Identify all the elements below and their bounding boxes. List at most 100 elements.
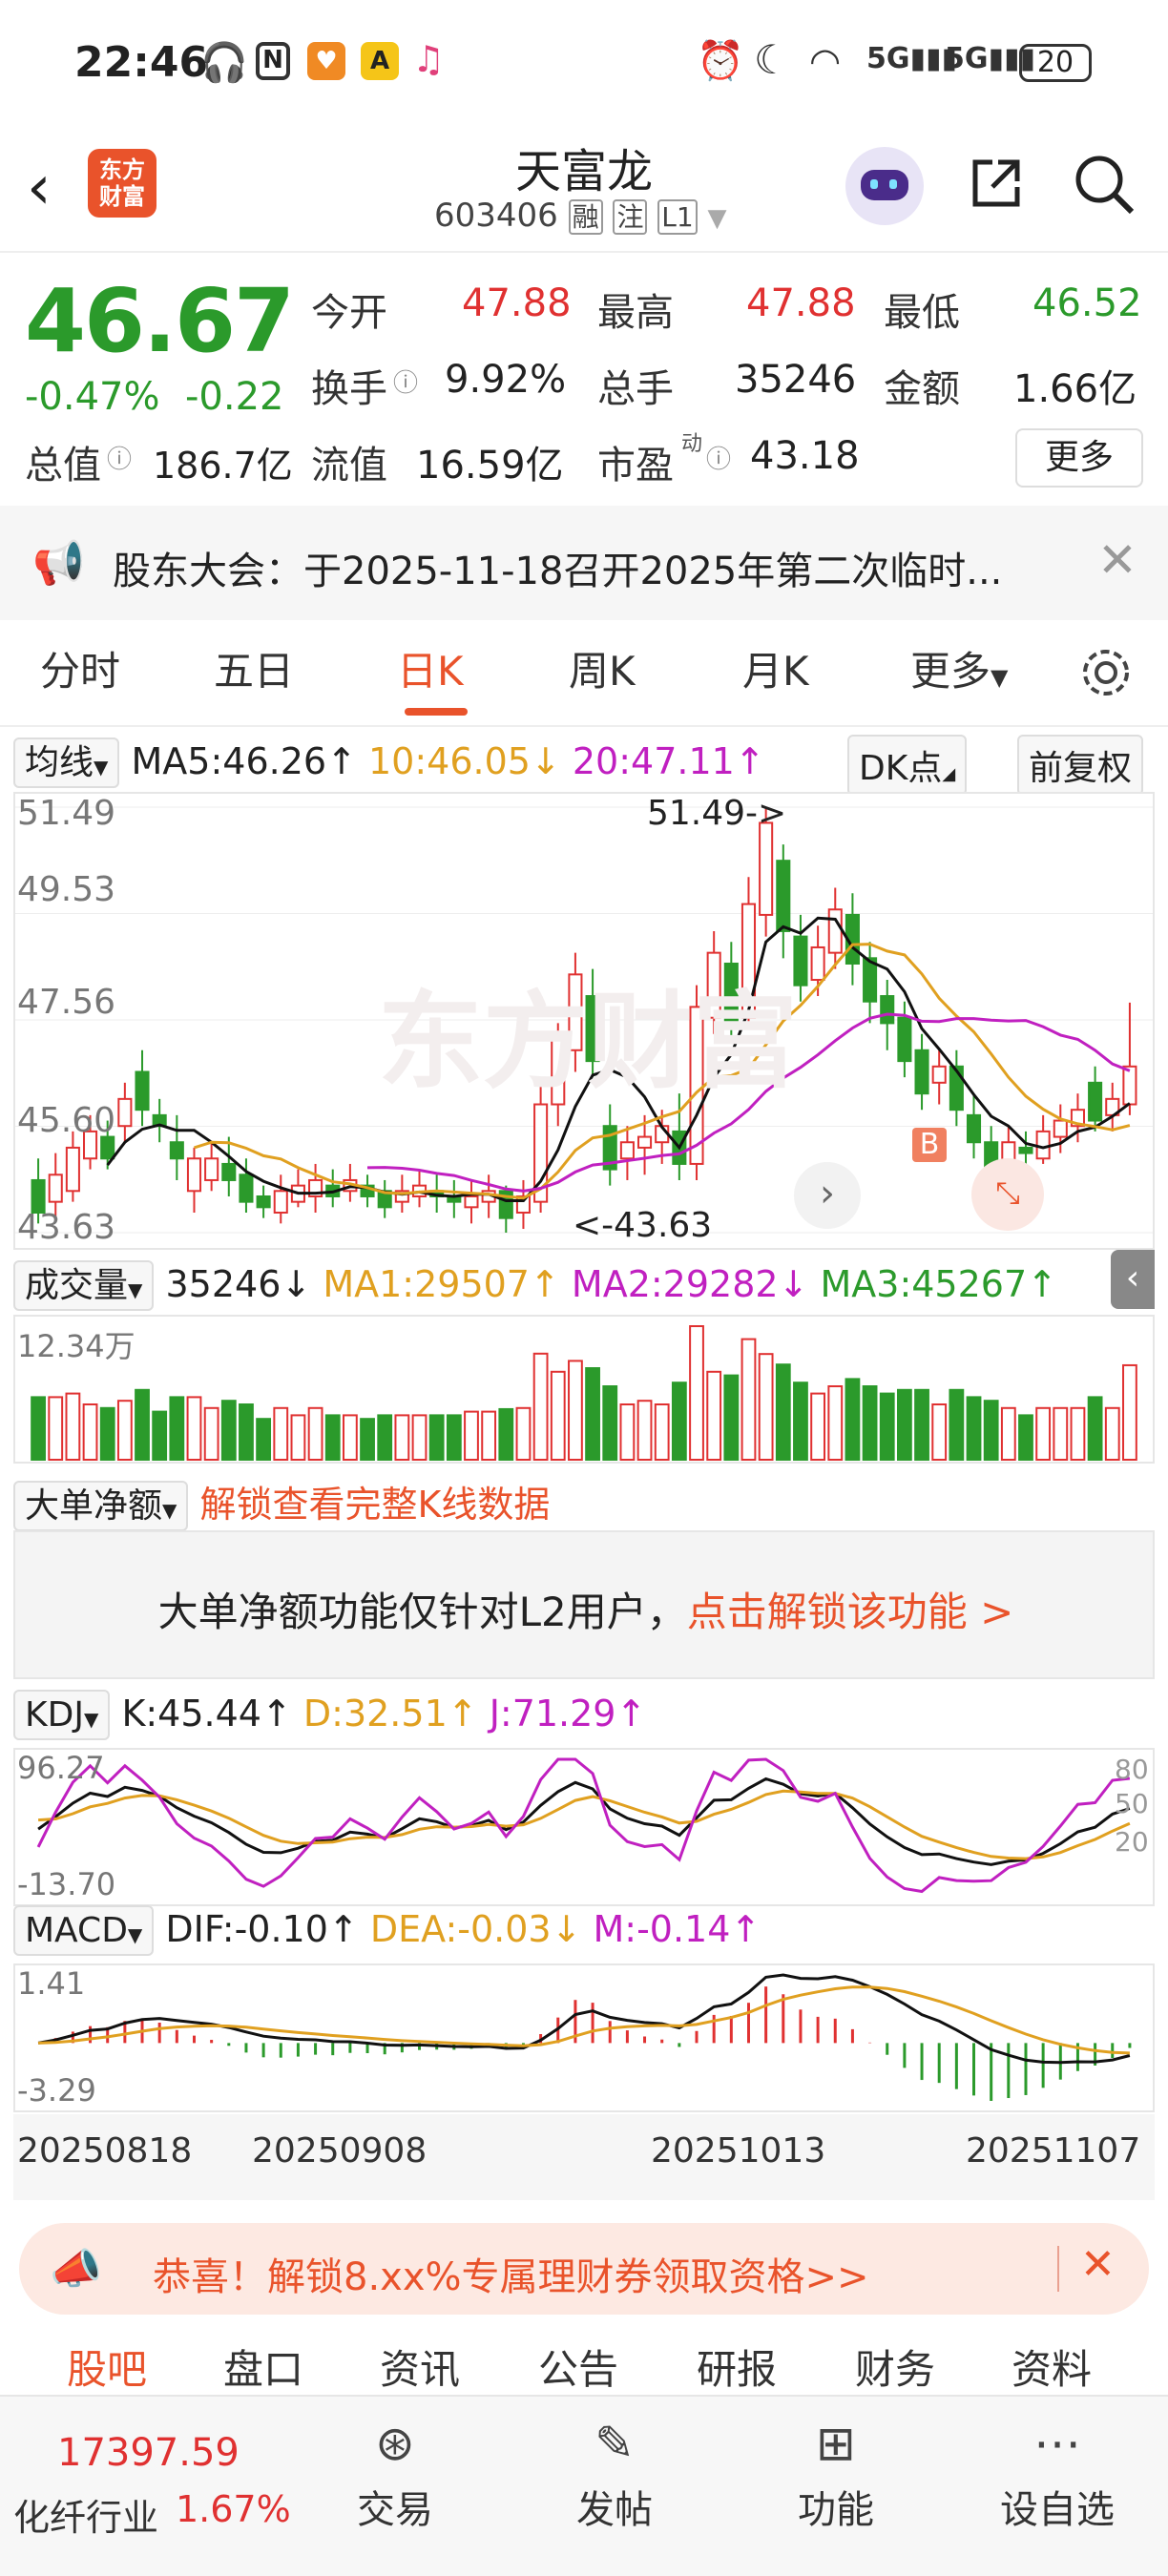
volume-bar [568,1360,583,1461]
gear-icon[interactable] [1076,643,1136,702]
macd-selector[interactable]: MACD▼ [13,1905,155,1956]
nav-function-label: 功能 [798,2488,874,2532]
volume-bar [671,1381,687,1461]
subtab-orderbook[interactable]: 盘口 [223,2337,303,2395]
search-icon[interactable] [1073,153,1136,216]
tag-level: L1 [657,199,698,235]
collapse-arrow-icon[interactable]: ‹ [1111,1250,1155,1309]
nav-post[interactable]: ✎ 发帖 [548,2416,681,2534]
macd-svg [37,1973,1132,2101]
subtab-announcement[interactable]: 公告 [538,2337,618,2395]
close-icon[interactable]: ✕ [1080,2240,1116,2289]
candle-body [256,1195,271,1209]
candle-body [48,1174,63,1203]
volume-bar [1104,1406,1120,1462]
mktcap-label: 总值 [25,444,101,488]
candle-body [880,995,895,1025]
y-label-bottom: 43.63 [17,1208,116,1247]
nav-trade-label: 交易 [357,2488,433,2532]
app-notify-icon-2: A [361,42,399,80]
subtab-finance[interactable]: 财务 [855,2337,935,2395]
industry-name[interactable]: 化纤行业 [13,2488,158,2541]
volume-chart[interactable]: 12.34万 [13,1315,1155,1464]
tab-intraday[interactable]: 分时 [40,639,120,697]
macd-selector-label: MACD [25,1911,128,1950]
volume-bar [810,1392,826,1461]
volume-indicator-row: 成交量▼ 35246↓ MA1:29507↑ MA2:29282↓ MA3:45… [13,1257,1057,1311]
tab-weekly-k[interactable]: 周K [569,639,636,697]
bigorder-message: 大单净额功能仅针对L2用户， [157,1589,687,1635]
expand-icon[interactable]: ⤡ [971,1158,1044,1231]
info-icon[interactable]: ⓘ [706,440,731,475]
dropdown-icon[interactable]: ▼ [708,204,727,233]
kdj-selector[interactable]: KDJ▼ [13,1690,111,1740]
subtab-profile[interactable]: 资料 [1012,2337,1092,2395]
volume-value: 35246 [735,358,857,402]
assistant-avatar[interactable] [845,147,924,225]
info-icon[interactable]: ⓘ [393,364,418,399]
dk-point-button[interactable]: DK点◢ [847,735,968,796]
volume-bar [983,1400,999,1461]
candle-body [1088,1081,1103,1122]
volume-bar [135,1388,150,1461]
date-axis: 20250818 20250908 20251013 20251107 [13,2114,1155,2200]
volume-bar [654,1403,670,1461]
volume-bar [273,1406,289,1462]
candle-body [931,1065,947,1084]
buy-marker[interactable]: B [912,1128,947,1162]
share-icon[interactable] [968,155,1025,212]
macd-m: M:-0.14↑ [593,1908,761,1950]
macd-dif: DIF:-0.10↑ [165,1908,359,1950]
unlock-feature-link[interactable]: 点击解锁该功能 > [687,1589,1014,1635]
date-label: 20250908 [252,2131,428,2171]
macd-indicator-row: MACD▼ DIF:-0.10↑ DEA:-0.03↓ M:-0.14↑ [13,1905,761,1956]
volume-bar [1122,1363,1137,1461]
promo-banner[interactable]: 📣 恭喜！解锁8.xx%专属理财券领取资格>> ✕ [19,2223,1149,2315]
kdj-selector-label: KDJ [25,1695,84,1735]
tab-more[interactable]: 更多▼ [910,639,1008,697]
macd-chart[interactable]: 1.41 -3.29 [13,1963,1155,2112]
volume-bar [411,1414,428,1461]
notice-bar[interactable]: 📢 股东大会：于2025-11-18召开2025年第二次临时... ✕ [0,506,1168,620]
macd-dea: DEA:-0.03↓ [369,1908,582,1950]
info-icon[interactable]: ⓘ [107,440,132,475]
bigorder-selector[interactable]: 大单净额▼ [13,1481,189,1531]
ma-selector[interactable]: 均线▼ [13,737,120,788]
high-value: 47.88 [746,281,856,325]
subtab-research[interactable]: 研报 [697,2337,777,2395]
tab-daily-k[interactable]: 日K [397,639,464,697]
volume-selector[interactable]: 成交量▼ [13,1260,155,1311]
next-arrow-button[interactable]: › [794,1162,861,1229]
macd-dif-line [37,1973,1131,2065]
candle-body [1122,1065,1137,1106]
nav-add-watch[interactable]: ⋯ 设自选 [991,2416,1124,2534]
divider [1057,2246,1059,2292]
industry-pct: 1.67% [176,2488,291,2530]
nav-function[interactable]: ⊞ 功能 [769,2416,903,2534]
kline-chart[interactable]: 东方财富 51.49 49.53 47.56 45.60 43.63 51.49… [13,792,1155,1250]
adjust-button[interactable]: 前复权 [1017,735,1144,796]
amount-label: 金额 [884,367,960,411]
volume-bar [239,1403,254,1461]
volume-bar [169,1396,185,1461]
unlock-link[interactable]: 解锁查看完整K线数据 [200,1484,551,1526]
volume-bar [845,1378,861,1461]
subtab-news[interactable]: 资讯 [380,2337,460,2395]
index-value[interactable]: 17397.59 [57,2431,240,2475]
volume-bar [1053,1406,1069,1462]
tab-more-label: 更多 [910,648,991,695]
nav-trade[interactable]: ⊛ 交易 [328,2416,462,2534]
volume-bar [1018,1414,1033,1461]
vol-ma2: MA2:29282↓ [571,1263,809,1305]
volume-bar [619,1403,636,1461]
volume-svg [31,1325,1137,1462]
more-button[interactable]: 更多 [1015,428,1143,488]
subtab-forum[interactable]: 股吧 [67,2337,147,2395]
tab-monthly-k[interactable]: 月K [742,639,809,697]
close-icon[interactable]: ✕ [1097,532,1137,588]
volume-bar [740,1338,757,1462]
kdj-chart[interactable]: 96.27 -13.70 80 50 20 [13,1748,1155,1906]
corner-icon: ◢ [942,764,956,784]
speaker-icon: 📢 [32,539,85,588]
tab-five-day[interactable]: 五日 [214,639,294,697]
